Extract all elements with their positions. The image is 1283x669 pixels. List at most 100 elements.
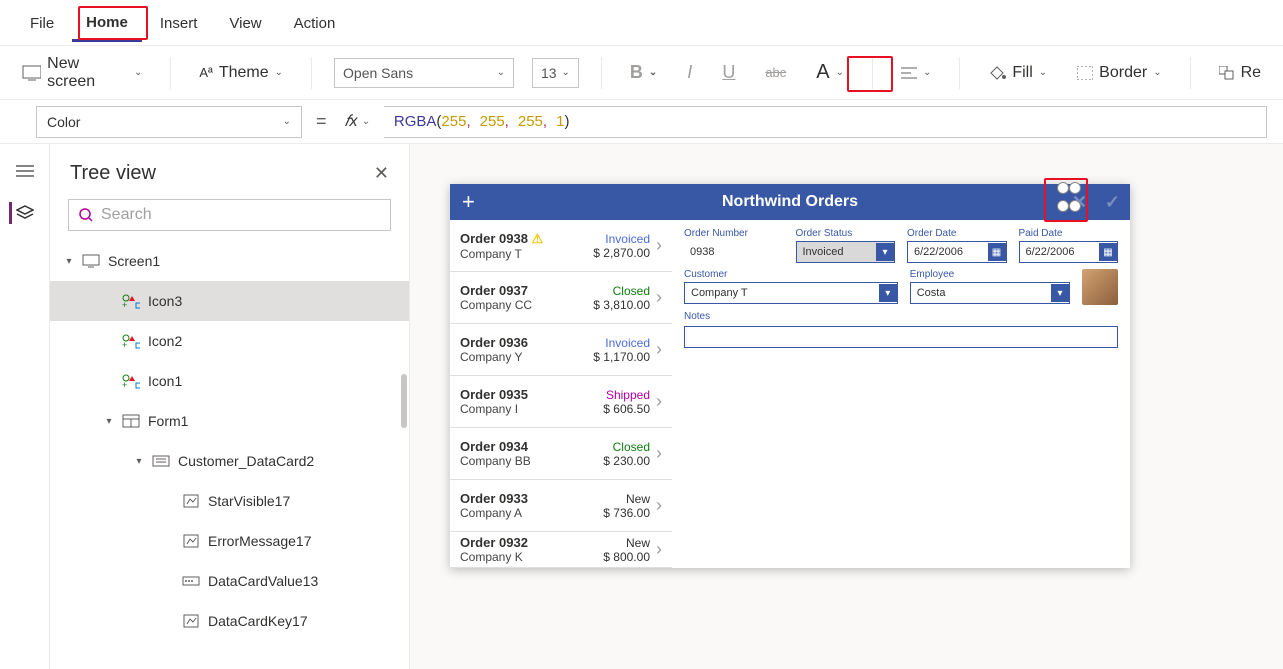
chevron-right-icon: › <box>656 287 662 308</box>
theme-icon: Aª <box>199 65 212 80</box>
selection-handles[interactable] <box>1054 182 1084 212</box>
order-row[interactable]: Order 0932Company KNew$ 800.00› <box>450 532 672 568</box>
order-company: Company A <box>460 506 603 520</box>
formula-bar: Color ⌄ = 𝑓x⌄ RGBA(255, 255, 255, 1) <box>0 100 1283 144</box>
order-company: Company Y <box>460 350 593 364</box>
tree-node-screen1[interactable]: ▾Screen1 <box>50 241 409 281</box>
tree-node-label: Customer_DataCard2 <box>178 453 314 469</box>
orderdate-label: Order Date <box>907 228 1007 239</box>
tree-node-starvisible17[interactable]: StarVisible17 <box>50 481 409 521</box>
border-button[interactable]: Border ⌄ <box>1071 60 1167 86</box>
iconset-icon: + <box>122 333 140 349</box>
chevron-right-icon: › <box>656 339 662 360</box>
tab-home[interactable]: Home <box>72 4 142 42</box>
tree-node-customer_datacard2[interactable]: ▾ Customer_DataCard2 <box>50 441 409 481</box>
expand-toggle[interactable]: ▾ <box>64 256 74 267</box>
employee-label: Employee <box>910 269 1070 280</box>
orderdate-input[interactable]: 6/22/2006▦ <box>907 241 1007 263</box>
order-row[interactable]: Order 0934Company BBClosed$ 230.00› <box>450 428 672 480</box>
reorder-button[interactable]: Re <box>1213 60 1267 86</box>
theme-button[interactable]: Aª Theme ⌄ <box>193 60 289 86</box>
notes-input[interactable] <box>684 326 1118 348</box>
font-select[interactable]: Open Sans⌄ <box>334 58 514 88</box>
chevron-down-icon: ▾ <box>879 284 897 302</box>
form-icon <box>122 414 140 428</box>
expand-toggle[interactable]: ▾ <box>134 456 144 467</box>
layers-icon <box>16 205 34 221</box>
formula-fn: RGBA <box>394 113 437 130</box>
screen-icon <box>82 254 100 268</box>
order-row[interactable]: Order 0937Company CCClosed$ 3,810.00› <box>450 272 672 324</box>
chevron-down-icon: ⌄ <box>275 67 283 78</box>
tree-node-form1[interactable]: ▾Form1 <box>50 401 409 441</box>
align-button[interactable]: ⌄ <box>895 62 937 84</box>
tree-node-icon2[interactable]: +Icon2 <box>50 321 409 361</box>
canvas[interactable]: + Northwind Orders ✕ ✓ Order 0938 ⚠Compa… <box>410 144 1283 669</box>
strike-button[interactable]: abc <box>759 61 792 84</box>
paiddate-label: Paid Date <box>1019 228 1119 239</box>
font-color-button[interactable]: A⌄ <box>810 57 850 88</box>
order-row[interactable]: Order 0933Company ANew$ 736.00› <box>450 480 672 532</box>
reorder-label: Re <box>1241 64 1261 82</box>
font-size-select[interactable]: 13⌄ <box>532 58 579 88</box>
tab-action[interactable]: Action <box>280 5 350 40</box>
formula-input[interactable]: RGBA(255, 255, 255, 1) <box>384 106 1267 138</box>
fx-icon: 𝑓x <box>345 113 358 131</box>
order-number: Order 0932 <box>460 535 603 550</box>
bold-button[interactable]: B⌄ <box>624 58 663 87</box>
tree-view-rail-button[interactable] <box>9 202 37 224</box>
tree-view-panel: Tree view ✕ Search ▾Screen1+Icon3+Icon2+… <box>50 144 410 669</box>
order-row[interactable]: Order 0935Company IShipped$ 606.50› <box>450 376 672 428</box>
hamburger-icon <box>16 164 34 178</box>
hamburger-button[interactable] <box>11 160 39 182</box>
order-company: Company I <box>460 402 603 416</box>
employee-select[interactable]: Costa▾ <box>910 282 1070 304</box>
app-title: Northwind Orders <box>722 193 858 211</box>
status-select[interactable]: Invoiced▾ <box>796 241 896 263</box>
tree-node-errormessage17[interactable]: ErrorMessage17 <box>50 521 409 561</box>
fill-button[interactable]: Fill ⌄ <box>982 60 1053 86</box>
chevron-down-icon: ⌄ <box>1153 67 1161 78</box>
tab-view[interactable]: View <box>215 5 275 40</box>
italic-button[interactable]: I <box>681 58 698 87</box>
tree-scrollbar-thumb[interactable] <box>401 374 407 428</box>
tree-search-input[interactable]: Search <box>68 199 391 231</box>
app-body: Order 0938 ⚠Company TInvoiced$ 2,870.00›… <box>450 220 1130 568</box>
tree-node-icon3[interactable]: +Icon3 <box>50 281 409 321</box>
tree-node-icon1[interactable]: +Icon1 <box>50 361 409 401</box>
paiddate-input[interactable]: 6/22/2006▦ <box>1019 241 1119 263</box>
order-amount: $ 800.00 <box>603 550 650 564</box>
chevron-down-icon: ⌄ <box>562 67 570 78</box>
notes-label: Notes <box>684 311 1118 322</box>
order-company: Company K <box>460 550 603 564</box>
card-icon <box>152 455 170 467</box>
customer-select[interactable]: Company T▾ <box>684 282 898 304</box>
chevron-down-icon: ⌄ <box>283 116 291 127</box>
tab-file[interactable]: File <box>16 5 68 40</box>
fx-button[interactable]: 𝑓x⌄ <box>341 113 374 131</box>
order-status: Closed <box>603 440 650 454</box>
add-order-button[interactable]: + <box>462 189 475 215</box>
chevron-down-icon: ▾ <box>876 243 894 261</box>
accept-icon[interactable]: ✓ <box>1105 192 1120 213</box>
chevron-down-icon: ⌄ <box>649 67 657 78</box>
new-screen-button[interactable]: New screen ⌄ <box>16 51 148 95</box>
tree-node-datacardkey17[interactable]: DataCardKey17 <box>50 601 409 641</box>
align-icon <box>901 66 917 80</box>
status-label: Order Status <box>796 228 896 239</box>
tree-node-datacardvalue13[interactable]: DataCardValue13 <box>50 561 409 601</box>
expand-toggle[interactable]: ▾ <box>104 416 114 427</box>
order-company: Company BB <box>460 454 603 468</box>
chevron-down-icon: ▾ <box>1051 284 1069 302</box>
order-row[interactable]: Order 0938 ⚠Company TInvoiced$ 2,870.00› <box>450 220 672 272</box>
order-company: Company T <box>460 247 593 261</box>
font-value: Open Sans <box>343 65 413 81</box>
order-row[interactable]: Order 0936Company YInvoiced$ 1,170.00› <box>450 324 672 376</box>
tab-insert[interactable]: Insert <box>146 5 212 40</box>
property-select[interactable]: Color ⌄ <box>36 106 302 138</box>
order-status: Invoiced <box>593 232 650 246</box>
close-panel-button[interactable]: ✕ <box>374 163 389 184</box>
underline-button[interactable]: U <box>716 58 741 87</box>
menu-bar: File Home Insert View Action <box>0 0 1283 46</box>
separator <box>311 57 312 89</box>
